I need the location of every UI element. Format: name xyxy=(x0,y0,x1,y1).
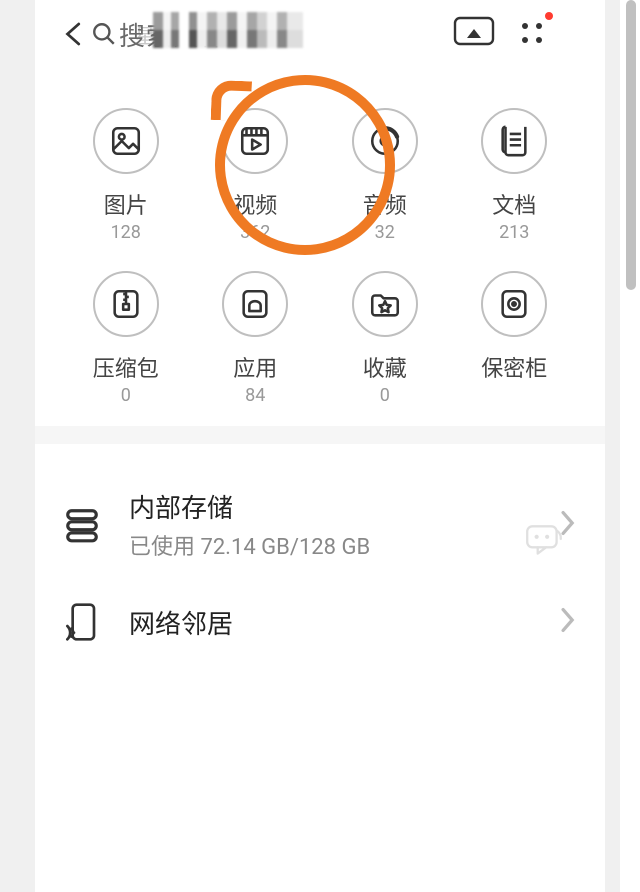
image-icon xyxy=(93,108,159,174)
category-label: 压缩包 xyxy=(93,351,159,383)
category-count: 84 xyxy=(245,385,265,406)
floating-assistant-icon[interactable] xyxy=(523,520,565,566)
safe-icon xyxy=(481,271,547,337)
category-safe[interactable]: 保密柜 xyxy=(450,271,580,406)
category-label: 音频 xyxy=(363,188,407,220)
category-docs[interactable]: 文档 213 xyxy=(450,108,580,243)
section-separator xyxy=(35,426,605,444)
screen-cast-button[interactable] xyxy=(453,16,495,52)
category-grid: 图片 128 视频 362 xyxy=(35,68,605,426)
internal-storage-row[interactable]: 内部存储 已使用 72.14 GB/128 GB xyxy=(35,468,605,581)
chevron-right-icon xyxy=(559,607,575,637)
archive-icon xyxy=(93,271,159,337)
category-label: 文档 xyxy=(492,188,536,220)
storage-icon xyxy=(61,504,103,546)
category-archives[interactable]: 压缩包 0 xyxy=(61,271,191,406)
redacted-title-area xyxy=(153,12,303,48)
category-count: 0 xyxy=(380,385,390,406)
category-count: 213 xyxy=(499,222,529,243)
category-label: 图片 xyxy=(104,188,148,220)
app-icon xyxy=(222,271,288,337)
storage-subtitle: 已使用 72.14 GB/128 GB xyxy=(129,529,559,561)
category-favorites[interactable]: 收藏 0 xyxy=(320,271,450,406)
video-icon xyxy=(222,108,288,174)
category-label: 应用 xyxy=(233,351,277,383)
network-neighborhood-row[interactable]: 网络邻居 xyxy=(35,581,605,663)
category-count: 362 xyxy=(240,222,270,243)
storage-section: 内部存储 已使用 72.14 GB/128 GB 网络邻居 xyxy=(35,468,605,663)
category-count: 32 xyxy=(375,222,395,243)
notification-dot xyxy=(545,12,553,20)
favorites-icon xyxy=(352,271,418,337)
category-label: 收藏 xyxy=(363,351,407,383)
category-images[interactable]: 图片 128 xyxy=(61,108,191,243)
category-count: 0 xyxy=(121,385,131,406)
network-device-icon xyxy=(61,601,103,643)
audio-icon xyxy=(352,108,418,174)
scrollbar-track[interactable] xyxy=(620,0,640,892)
back-arrow-icon xyxy=(60,19,90,49)
storage-title: 内部存储 xyxy=(129,488,559,525)
scrollbar-thumb[interactable] xyxy=(626,0,636,290)
category-apps[interactable]: 应用 84 xyxy=(191,271,321,406)
file-manager-app: 星期四 搜索文件 xyxy=(35,0,605,892)
topbar: 搜索文件 xyxy=(35,0,605,68)
category-label: 保密柜 xyxy=(481,351,547,383)
category-count: 128 xyxy=(111,222,141,243)
cast-icon xyxy=(453,16,495,48)
network-title: 网络邻居 xyxy=(129,604,559,641)
category-label: 视频 xyxy=(233,188,277,220)
four-dots-icon xyxy=(517,18,547,48)
back-button[interactable] xyxy=(57,16,93,52)
document-icon xyxy=(481,108,547,174)
more-menu-button[interactable] xyxy=(517,18,547,52)
category-videos[interactable]: 视频 362 xyxy=(191,108,321,243)
search-icon xyxy=(91,21,117,47)
category-audio[interactable]: 音频 32 xyxy=(320,108,450,243)
